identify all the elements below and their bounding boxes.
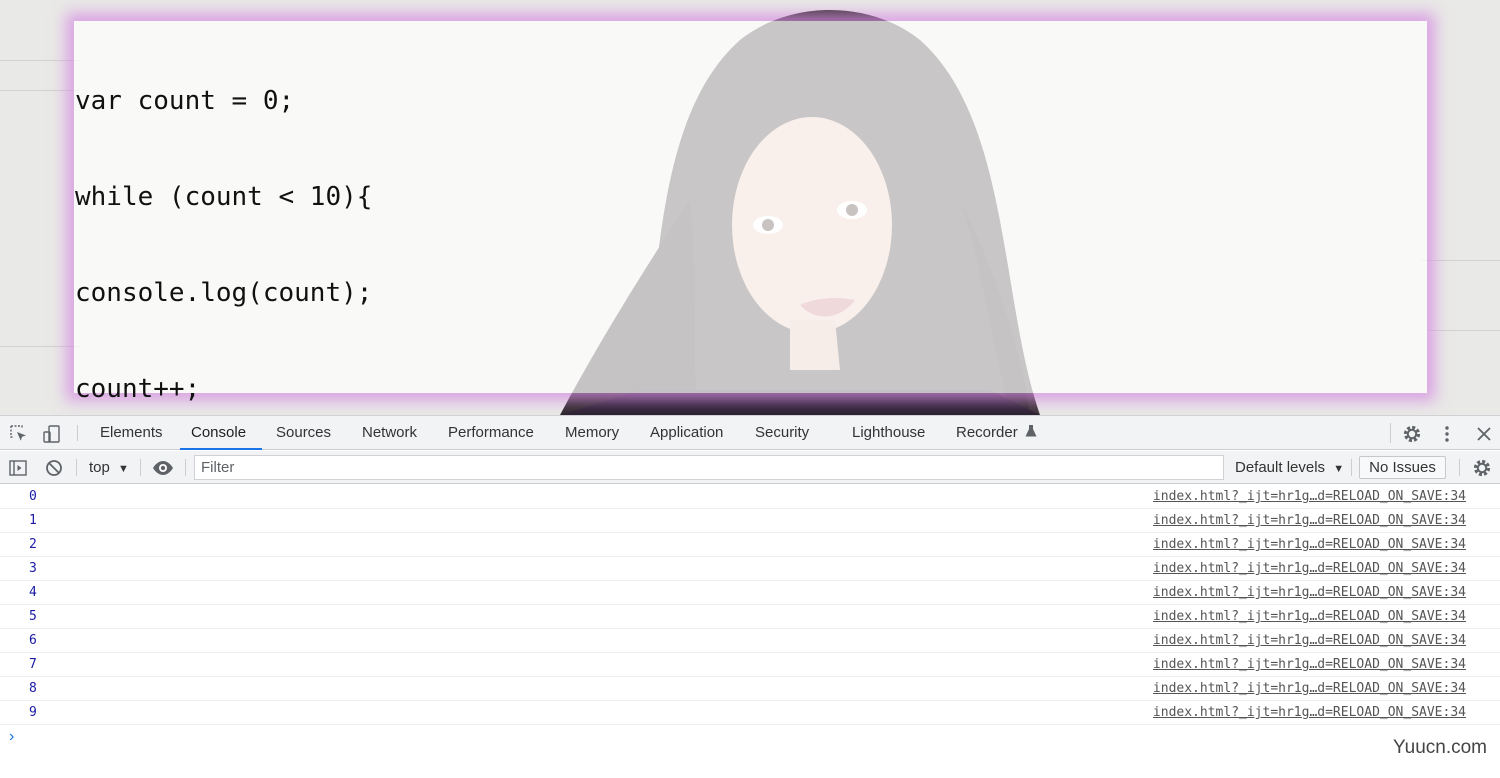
source-link[interactable]: index.html?_ijt=hr1g…d=RELOAD_ON_SAVE:34 bbox=[1153, 581, 1466, 605]
console-message: 2 index.html?_ijt=hr1g…d=RELOAD_ON_SAVE:… bbox=[0, 533, 1500, 557]
close-icon[interactable] bbox=[1474, 424, 1494, 444]
console-message: 8 index.html?_ijt=hr1g…d=RELOAD_ON_SAVE:… bbox=[0, 677, 1500, 701]
active-tab-indicator bbox=[180, 448, 262, 450]
source-link[interactable]: index.html?_ijt=hr1g…d=RELOAD_ON_SAVE:34 bbox=[1153, 509, 1466, 533]
console-message: 7 index.html?_ijt=hr1g…d=RELOAD_ON_SAVE:… bbox=[0, 653, 1500, 677]
log-value: 5 bbox=[29, 609, 37, 624]
log-value: 1 bbox=[29, 513, 37, 528]
tab-security[interactable]: Security bbox=[755, 416, 809, 450]
clear-console-icon[interactable] bbox=[44, 458, 64, 478]
console-messages: 0 index.html?_ijt=hr1g…d=RELOAD_ON_SAVE:… bbox=[0, 485, 1500, 745]
log-value: 3 bbox=[29, 561, 37, 576]
source-link[interactable]: index.html?_ijt=hr1g…d=RELOAD_ON_SAVE:34 bbox=[1153, 653, 1466, 677]
console-message: 3 index.html?_ijt=hr1g…d=RELOAD_ON_SAVE:… bbox=[0, 557, 1500, 581]
code-display: var count = 0; while (count < 10){ conso… bbox=[74, 21, 1427, 404]
console-prompt[interactable]: › bbox=[9, 729, 14, 745]
kebab-menu-icon[interactable] bbox=[1437, 424, 1457, 444]
console-message: 1 index.html?_ijt=hr1g…d=RELOAD_ON_SAVE:… bbox=[0, 509, 1500, 533]
console-message: 9 index.html?_ijt=hr1g…d=RELOAD_ON_SAVE:… bbox=[0, 701, 1500, 725]
source-link[interactable]: index.html?_ijt=hr1g…d=RELOAD_ON_SAVE:34 bbox=[1153, 605, 1466, 629]
log-value: 6 bbox=[29, 633, 37, 648]
log-value: 4 bbox=[29, 585, 37, 600]
tab-elements[interactable]: Elements bbox=[100, 416, 163, 450]
source-link[interactable]: index.html?_ijt=hr1g…d=RELOAD_ON_SAVE:34 bbox=[1153, 629, 1466, 653]
console-settings-gear-icon[interactable] bbox=[1472, 458, 1492, 478]
context-selector-value: top bbox=[89, 459, 110, 476]
log-value: 7 bbox=[29, 657, 37, 672]
source-link[interactable]: index.html?_ijt=hr1g…d=RELOAD_ON_SAVE:34 bbox=[1153, 701, 1466, 725]
source-link[interactable]: index.html?_ijt=hr1g…d=RELOAD_ON_SAVE:34 bbox=[1153, 677, 1466, 701]
inspect-element-icon[interactable] bbox=[9, 424, 29, 444]
filter-input[interactable] bbox=[194, 455, 1224, 480]
watermark: Yuucn.com bbox=[1393, 737, 1487, 758]
log-levels-dropdown[interactable]: Default levels ▼ bbox=[1235, 451, 1344, 484]
dropdown-arrow-icon: ▼ bbox=[118, 463, 129, 475]
log-levels-label: Default levels bbox=[1235, 459, 1326, 476]
code-text: var count = 0; while (count < 10){ conso… bbox=[74, 21, 372, 415]
tab-application[interactable]: Application bbox=[650, 416, 723, 450]
gear-icon[interactable] bbox=[1402, 424, 1422, 444]
source-link[interactable]: index.html?_ijt=hr1g…d=RELOAD_ON_SAVE:34 bbox=[1153, 485, 1466, 509]
tab-sources[interactable]: Sources bbox=[276, 416, 331, 450]
tab-network[interactable]: Network bbox=[362, 416, 417, 450]
dropdown-arrow-icon: ▼ bbox=[1333, 463, 1345, 475]
eye-icon[interactable] bbox=[152, 458, 173, 478]
source-link[interactable]: index.html?_ijt=hr1g…d=RELOAD_ON_SAVE:34 bbox=[1153, 557, 1466, 581]
page-viewport: var count = 0; while (count < 10){ conso… bbox=[0, 0, 1500, 415]
console-message: 5 index.html?_ijt=hr1g…d=RELOAD_ON_SAVE:… bbox=[0, 605, 1500, 629]
tab-console[interactable]: Console bbox=[191, 416, 246, 450]
code-line: count++; bbox=[75, 374, 201, 404]
sidebar-toggle-icon[interactable] bbox=[8, 458, 28, 478]
device-toolbar-icon[interactable] bbox=[42, 424, 62, 444]
console-message: 4 index.html?_ijt=hr1g…d=RELOAD_ON_SAVE:… bbox=[0, 581, 1500, 605]
console-message: 6 index.html?_ijt=hr1g…d=RELOAD_ON_SAVE:… bbox=[0, 629, 1500, 653]
tab-memory[interactable]: Memory bbox=[565, 416, 619, 450]
tab-lighthouse[interactable]: Lighthouse bbox=[852, 416, 925, 450]
log-value: 8 bbox=[29, 681, 37, 696]
tab-performance[interactable]: Performance bbox=[448, 416, 534, 450]
code-line: var count = 0; bbox=[75, 86, 295, 116]
issues-button[interactable]: No Issues bbox=[1359, 456, 1446, 479]
devtools-panel: Elements Console Sources Network Perform… bbox=[0, 415, 1500, 778]
devtools-tabbar: Elements Console Sources Network Perform… bbox=[0, 416, 1500, 450]
log-value: 9 bbox=[29, 705, 37, 720]
flask-icon bbox=[1025, 425, 1037, 437]
console-toolbar: top ▼ Default levels ▼ No Issues bbox=[0, 451, 1500, 484]
code-line: console.log(count); bbox=[75, 278, 373, 308]
log-value: 0 bbox=[29, 489, 37, 504]
code-line: while (count < 10){ bbox=[75, 182, 373, 212]
source-link[interactable]: index.html?_ijt=hr1g…d=RELOAD_ON_SAVE:34 bbox=[1153, 533, 1466, 557]
console-message: 0 index.html?_ijt=hr1g…d=RELOAD_ON_SAVE:… bbox=[0, 485, 1500, 509]
context-selector[interactable]: top ▼ bbox=[89, 451, 129, 484]
tab-recorder-label: Recorder bbox=[956, 424, 1018, 441]
log-value: 2 bbox=[29, 537, 37, 552]
tab-recorder[interactable]: Recorder bbox=[956, 416, 1037, 450]
